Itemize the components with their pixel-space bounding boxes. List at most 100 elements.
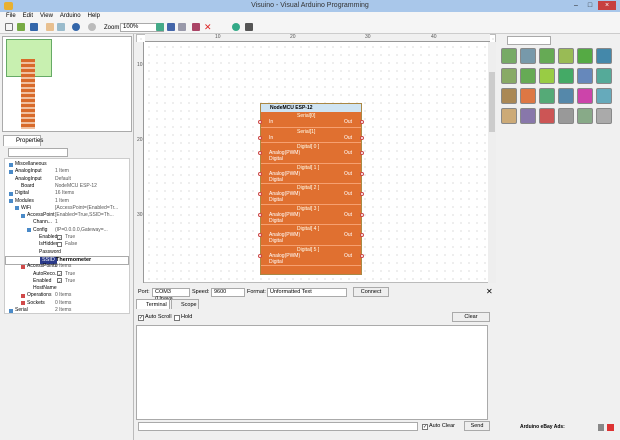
- redo-icon[interactable]: [88, 23, 96, 31]
- property-value[interactable]: True: [65, 234, 75, 241]
- send-button[interactable]: Send: [464, 421, 490, 431]
- palette-category-icon[interactable]: [596, 88, 612, 104]
- zoom-fit-icon[interactable]: [167, 23, 175, 31]
- expand-icon[interactable]: [9, 169, 13, 174]
- property-value[interactable]: 16 Items: [55, 190, 74, 197]
- expand-icon[interactable]: [21, 293, 25, 298]
- expand-icon[interactable]: [15, 206, 19, 211]
- maximize-button[interactable]: □: [584, 1, 596, 10]
- input-pin[interactable]: [258, 233, 262, 237]
- menu-arduino[interactable]: Arduino: [60, 12, 81, 21]
- tools-icon[interactable]: [598, 424, 604, 431]
- output-pin[interactable]: [360, 233, 364, 237]
- property-row[interactable]: WiFi [AccessPoint=(Enabled=Tr...: [5, 205, 129, 212]
- property-row[interactable]: Modules 1 Item: [5, 198, 129, 205]
- property-value[interactable]: 1 Item: [55, 198, 69, 205]
- palette-category-icon[interactable]: [596, 48, 612, 64]
- property-row[interactable]: IsHidden False: [5, 241, 129, 248]
- property-checkbox[interactable]: ✓: [57, 278, 62, 284]
- nodemcu-component[interactable]: NodeMCU ESP-12 Serial[0] In Out Serial[1] In…: [258, 103, 364, 275]
- expand-icon[interactable]: [21, 301, 25, 306]
- expand-icon[interactable]: [21, 213, 25, 218]
- zoom-out-icon[interactable]: [178, 23, 186, 31]
- zoom-in-icon[interactable]: [156, 23, 164, 31]
- input-pin[interactable]: [258, 135, 262, 140]
- property-row[interactable]: Operations 0 Items: [5, 292, 129, 299]
- palette-category-icon[interactable]: [577, 48, 593, 64]
- palette-search-input[interactable]: [507, 36, 551, 45]
- property-row[interactable]: HostName: [5, 285, 129, 292]
- hold-checkbox[interactable]: [174, 315, 180, 321]
- palette-category-icon[interactable]: [577, 68, 593, 84]
- property-row[interactable]: Board NodeMCU ESP-12: [5, 183, 129, 190]
- properties-tree[interactable]: Miscellaneous AnalogInput 1 Item AnalogInpu…: [4, 158, 130, 314]
- output-pin[interactable]: [360, 120, 364, 124]
- property-checkbox[interactable]: [57, 241, 62, 247]
- properties-search-input[interactable]: [8, 148, 68, 157]
- output-pin[interactable]: [360, 212, 364, 217]
- tab-terminal[interactable]: Terminal: [136, 299, 170, 309]
- expand-icon[interactable]: [9, 191, 13, 196]
- property-row[interactable]: AnalogInput Default: [5, 176, 129, 183]
- overview-map[interactable]: [2, 36, 132, 132]
- minimize-button[interactable]: –: [570, 1, 582, 10]
- input-pin[interactable]: [258, 192, 262, 196]
- expand-icon[interactable]: [21, 264, 25, 269]
- compile-icon[interactable]: [192, 23, 200, 31]
- tab-scope[interactable]: Scope: [171, 299, 199, 309]
- output-pin[interactable]: [360, 171, 364, 176]
- property-value[interactable]: True: [65, 271, 75, 278]
- palette-category-icon[interactable]: [558, 68, 574, 84]
- save-icon[interactable]: [30, 23, 38, 31]
- property-value[interactable]: 0 Items: [55, 292, 71, 299]
- property-row[interactable]: AutoReco... ✓ True: [5, 271, 129, 278]
- property-value[interactable]: (IP=0.0.0.0,Gateway=...: [55, 227, 108, 234]
- property-value[interactable]: True: [65, 278, 75, 285]
- output-pin[interactable]: [360, 253, 364, 258]
- palette-category-icon[interactable]: [520, 48, 536, 64]
- menu-edit[interactable]: Edit: [23, 12, 33, 21]
- palette-category-icon[interactable]: [520, 88, 536, 104]
- tab-properties[interactable]: Properties: [3, 135, 43, 146]
- palette-category-icon[interactable]: [558, 48, 574, 64]
- auto-clear-checkbox[interactable]: ✓: [422, 424, 428, 430]
- palette-category-icon[interactable]: [501, 48, 517, 64]
- expand-icon[interactable]: [27, 228, 31, 233]
- property-row[interactable]: Chann... 1: [5, 219, 129, 226]
- palette-category-icon[interactable]: [501, 108, 517, 124]
- speed-select[interactable]: 9600: [211, 288, 245, 297]
- input-pin[interactable]: [258, 212, 262, 217]
- property-row[interactable]: Miscellaneous: [5, 161, 129, 168]
- palette-category-icon[interactable]: [596, 108, 612, 124]
- input-pin[interactable]: [258, 120, 262, 124]
- expand-icon[interactable]: [9, 199, 13, 203]
- open-icon[interactable]: [17, 23, 25, 31]
- property-row[interactable]: Serial 2 Items: [5, 307, 129, 314]
- palette-category-icon[interactable]: [501, 68, 517, 84]
- property-row[interactable]: Enabled ✓ True: [5, 278, 129, 285]
- property-row[interactable]: Sockets 0 Items: [5, 300, 129, 307]
- property-row[interactable]: AccessPoint [Enabled=True,SSID=Th...: [5, 212, 129, 219]
- palette-category-icon[interactable]: [501, 88, 517, 104]
- close-button[interactable]: ×: [598, 1, 616, 10]
- connect-button[interactable]: Connect: [353, 287, 389, 297]
- palette-category-icon[interactable]: [520, 108, 536, 124]
- property-value[interactable]: NodeMCU ESP-12: [55, 183, 97, 190]
- property-row[interactable]: Password: [5, 249, 129, 256]
- delete-icon[interactable]: ✕: [204, 23, 212, 32]
- property-row[interactable]: AccessPoints 0 Items: [5, 263, 129, 270]
- palette-category-icon[interactable]: [558, 88, 574, 104]
- output-pin[interactable]: [360, 151, 364, 155]
- palette-category-icon[interactable]: [577, 88, 593, 104]
- property-value[interactable]: 0 Items: [55, 300, 71, 307]
- property-checkbox[interactable]: ✓: [57, 271, 62, 277]
- clear-button[interactable]: Clear: [452, 312, 490, 322]
- property-row[interactable]: Digital 16 Items: [5, 190, 129, 197]
- component-header[interactable]: NodeMCU ESP-12: [261, 104, 361, 112]
- expand-icon[interactable]: [9, 308, 13, 313]
- upload-icon[interactable]: [245, 23, 253, 31]
- input-pin[interactable]: [258, 253, 262, 258]
- auto-scroll-checkbox[interactable]: ✓: [138, 315, 144, 321]
- menu-view[interactable]: View: [40, 12, 53, 21]
- output-pin[interactable]: [360, 135, 364, 140]
